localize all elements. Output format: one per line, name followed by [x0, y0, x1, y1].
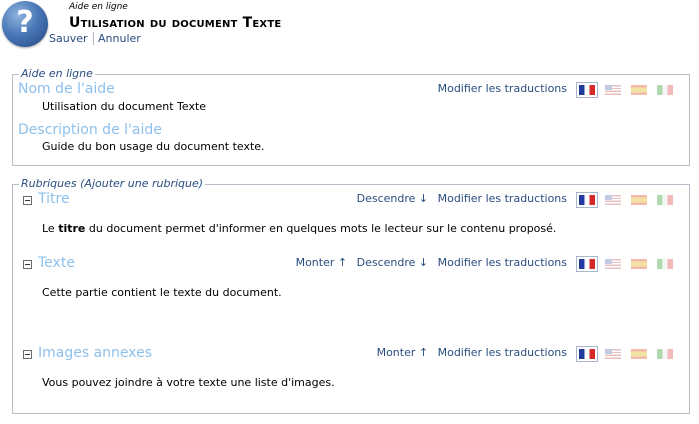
section-text: Vous pouvez joindre à votre texte une li…	[42, 376, 335, 389]
italian-flag-icon[interactable]	[657, 195, 673, 205]
help-name-value: Utilisation du document Texte	[42, 100, 207, 113]
edit-translations-link[interactable]: Modifier les traductions	[438, 346, 567, 359]
edit-translations-link[interactable]: Modifier les traductions	[438, 192, 567, 205]
english-flag-icon[interactable]	[605, 85, 621, 95]
help-description-value: Guide du bon usage du document texte.	[42, 140, 265, 153]
help-info-legend: Aide en ligne	[19, 67, 95, 81]
help-logo-icon: ?	[2, 1, 48, 47]
section-title: Images annexes	[38, 345, 153, 361]
spanish-flag-icon[interactable]	[631, 85, 647, 95]
french-flag-icon[interactable]	[576, 192, 598, 208]
sections-legend[interactable]: Rubriques (Ajouter une rubrique)	[19, 177, 206, 191]
italian-flag-icon[interactable]	[657, 259, 673, 269]
spanish-flag-icon[interactable]	[631, 349, 647, 359]
section-text-bold: titre	[58, 222, 86, 235]
info-actions: Modifier les traductions	[432, 82, 567, 95]
help-info-fieldset: Aide en ligne Nom de l'aide Utilisation …	[12, 67, 690, 166]
french-flag-icon[interactable]	[576, 256, 598, 272]
section-text-part: Le	[42, 222, 59, 235]
spanish-flag-icon[interactable]	[631, 195, 647, 205]
move-up-link[interactable]: Monter ↑	[377, 346, 429, 359]
move-up-link[interactable]: Monter ↑	[296, 256, 348, 269]
english-flag-icon[interactable]	[605, 259, 621, 269]
section-text-part: du document permet d'informer en quelque…	[85, 222, 557, 235]
help-description-label: Description de l'aide	[18, 122, 162, 138]
italian-flag-icon[interactable]	[657, 85, 673, 95]
move-down-link[interactable]: Descendre ↓	[357, 256, 429, 269]
french-flag-icon[interactable]	[576, 346, 598, 362]
section-text: Le titre du document permet d'informer e…	[42, 222, 556, 235]
collapse-toggle-icon[interactable]	[23, 196, 32, 205]
help-name-label: Nom de l'aide	[18, 81, 115, 97]
italian-flag-icon[interactable]	[657, 349, 673, 359]
sections-fieldset: Rubriques (Ajouter une rubrique) Titre D…	[12, 177, 690, 414]
french-flag-icon[interactable]	[576, 82, 598, 98]
header-actions: Sauver Annuler	[49, 32, 141, 45]
page-title: Utilisation du document Texte	[69, 15, 282, 31]
save-button[interactable]: Sauver	[49, 32, 88, 45]
edit-translations-link[interactable]: Modifier les traductions	[438, 82, 567, 95]
cancel-button[interactable]: Annuler	[98, 32, 141, 45]
collapse-toggle-icon[interactable]	[23, 260, 32, 269]
section-title: Texte	[38, 255, 75, 271]
section-actions: Monter ↑ Descendre ↓ Modifier les traduc…	[290, 256, 567, 269]
section-actions: Descendre ↓ Modifier les traductions	[351, 192, 567, 205]
edit-translations-link[interactable]: Modifier les traductions	[438, 256, 567, 269]
breadcrumb: Aide en ligne	[69, 2, 128, 12]
spanish-flag-icon[interactable]	[631, 259, 647, 269]
section-actions: Monter ↑ Modifier les traductions	[371, 346, 567, 359]
section-text: Cette partie contient le texte du docume…	[42, 286, 282, 299]
english-flag-icon[interactable]	[605, 349, 621, 359]
section-title: Titre	[38, 191, 70, 207]
move-down-link[interactable]: Descendre ↓	[357, 192, 429, 205]
collapse-toggle-icon[interactable]	[23, 350, 32, 359]
english-flag-icon[interactable]	[605, 195, 621, 205]
